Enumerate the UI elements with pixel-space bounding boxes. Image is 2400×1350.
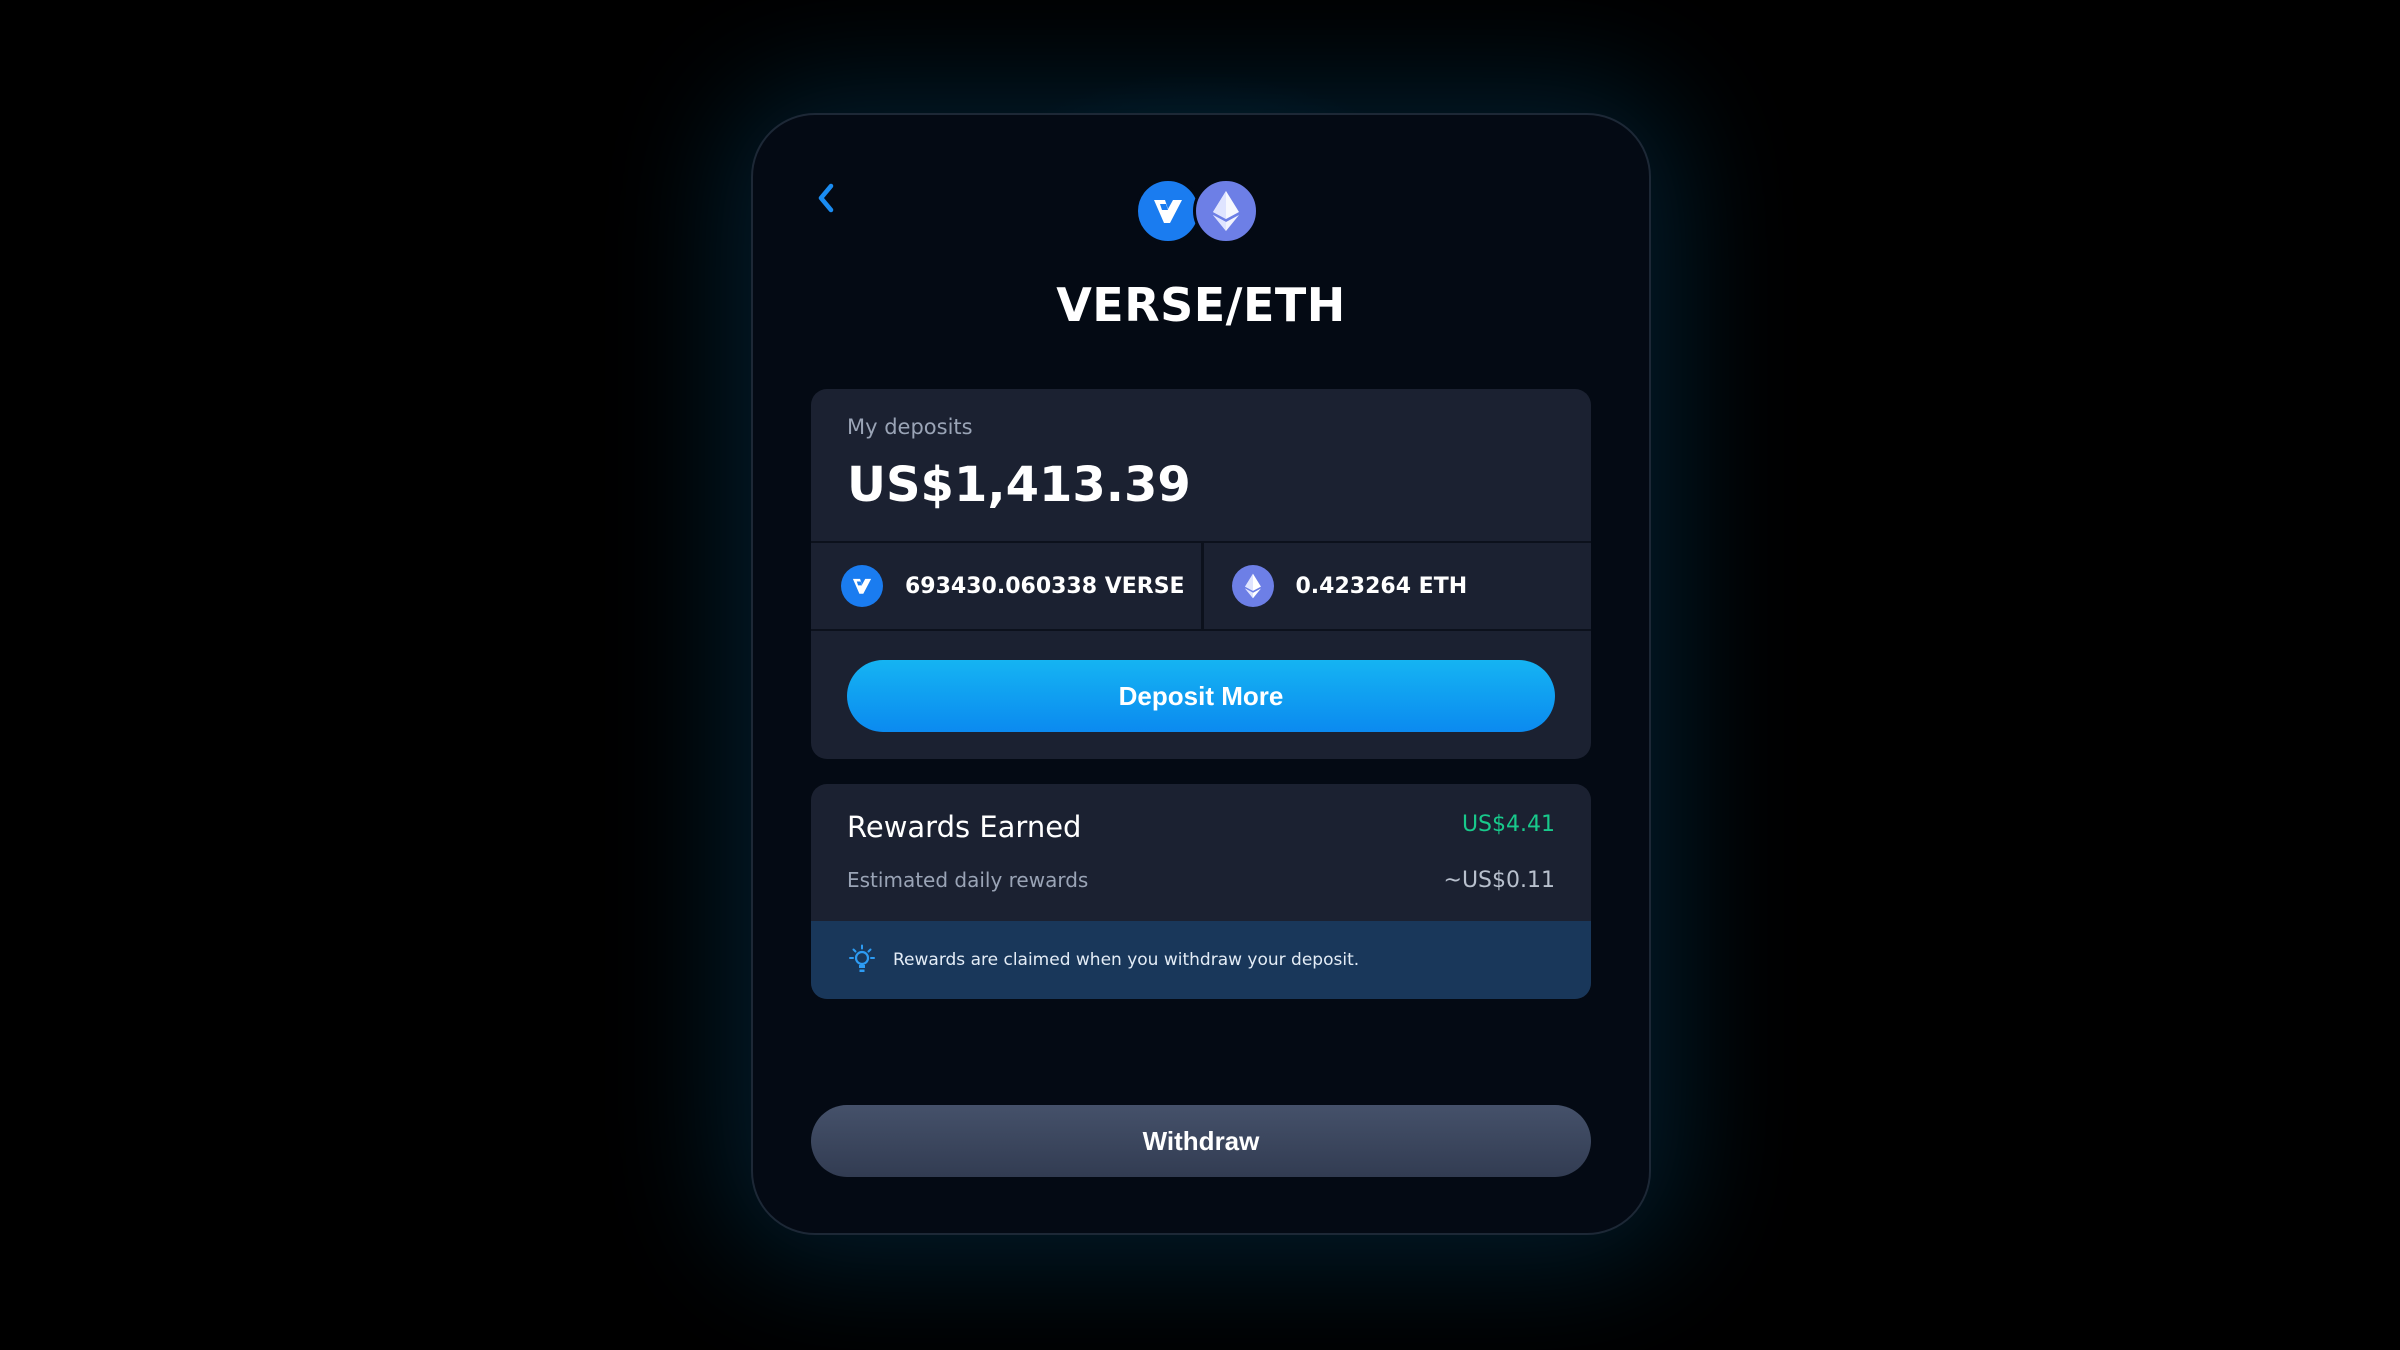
rewards-note: Rewards are claimed when you withdraw yo… [811,921,1591,999]
withdraw-button[interactable]: Withdraw [811,1105,1591,1177]
eth-amount-cell: 0.423264 ETH [1200,543,1592,629]
background: VERSE/ETH My deposits US$1,413.39 693430… [0,0,2400,1350]
pool-title: VERSE/ETH [1056,278,1346,332]
rewards-title: Rewards Earned [847,810,1082,844]
ethereum-logo-icon [1193,178,1259,244]
rewards-note-text: Rewards are claimed when you withdraw yo… [893,950,1360,970]
deposits-panel: My deposits US$1,413.39 693430.060338 VE… [811,389,1591,759]
token-amounts-row: 693430.060338 VERSE 0.423264 ETH [811,541,1591,631]
token-pair-icons [1135,176,1265,246]
verse-logo-icon [1135,178,1201,244]
verse-amount-cell: 693430.060338 VERSE [811,543,1201,629]
verse-amount: 693430.060338 VERSE [905,573,1185,599]
chevron-left-icon [818,183,834,213]
rewards-value: US$4.41 [1461,812,1555,837]
estimated-daily-label: Estimated daily rewards [847,868,1089,892]
rewards-panel: Rewards Earned US$4.41 Estimated daily r… [811,784,1591,999]
ethereum-logo-icon [1231,565,1274,607]
deposits-value: US$1,413.39 [847,457,1191,513]
back-button[interactable] [808,180,844,216]
lightbulb-icon [849,944,875,972]
verse-logo-icon [841,565,883,607]
deposits-label: My deposits [847,415,973,439]
estimated-daily-value: ~US$0.11 [1443,868,1555,893]
eth-amount: 0.423264 ETH [1295,573,1468,599]
deposit-more-button[interactable]: Deposit More [847,660,1555,732]
